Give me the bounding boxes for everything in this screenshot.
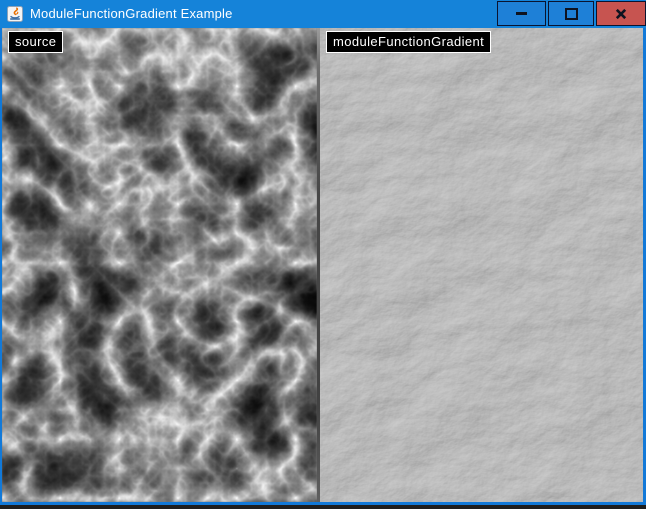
close-icon xyxy=(615,8,627,20)
source-image-panel: source xyxy=(2,28,317,502)
minimize-button[interactable] xyxy=(497,1,546,26)
source-noise-image xyxy=(2,28,317,502)
minimize-icon xyxy=(516,12,527,15)
content-area: source xyxy=(0,28,646,505)
java-icon xyxy=(7,6,23,22)
source-label: source xyxy=(8,31,63,53)
app-window: ModuleFunctionGradient Example xyxy=(0,0,646,505)
gradient-image-panel: moduleFunctionGradient xyxy=(320,28,643,502)
close-button[interactable] xyxy=(596,1,646,26)
gradient-label: moduleFunctionGradient xyxy=(326,31,491,53)
maximize-button[interactable] xyxy=(548,1,594,26)
gradient-noise-image xyxy=(320,28,643,502)
window-title: ModuleFunctionGradient Example xyxy=(30,0,233,28)
title-bar[interactable]: ModuleFunctionGradient Example xyxy=(0,0,646,28)
caption-buttons xyxy=(495,0,646,28)
maximize-icon xyxy=(565,8,578,20)
